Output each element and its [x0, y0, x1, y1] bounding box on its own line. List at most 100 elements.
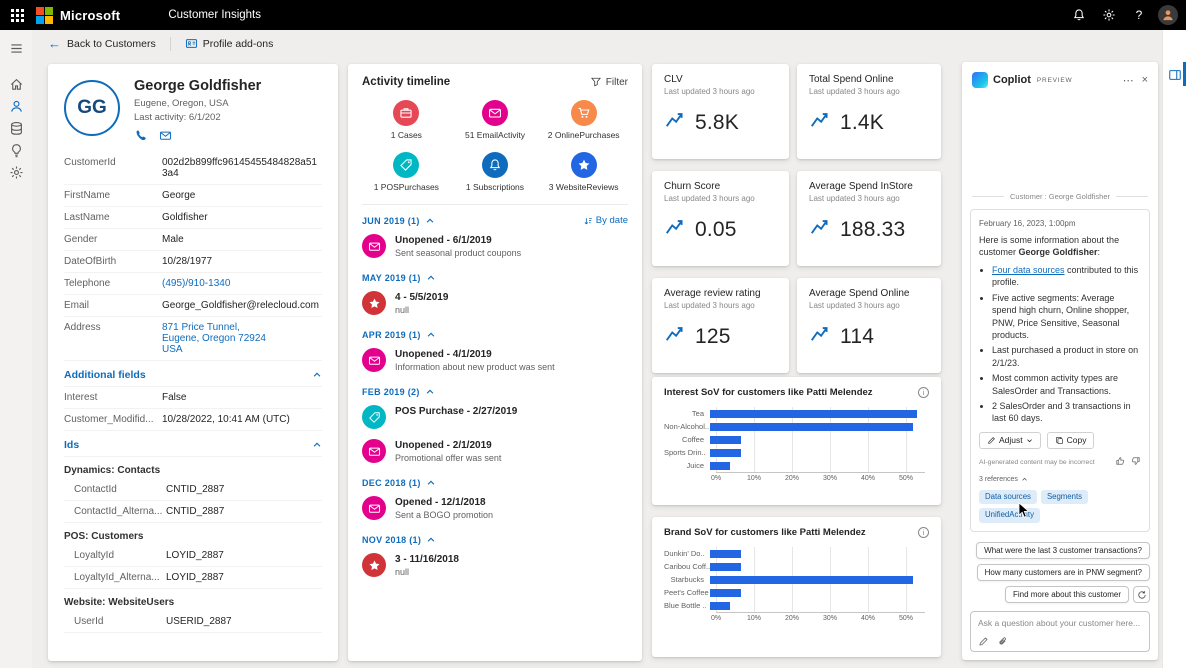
timeline-entry[interactable]: Unopened - 4/1/2019 Information about new…	[362, 344, 628, 378]
timeline-entry-subtitle: null	[395, 305, 410, 315]
suggested-prompt-chip[interactable]: What were the last 3 customer transactio…	[976, 542, 1150, 559]
settings-gear-icon[interactable]	[1094, 0, 1124, 30]
suggested-prompts: What were the last 3 customer transactio…	[970, 542, 1150, 603]
copilot-input-box[interactable]	[970, 611, 1150, 652]
thumbs-down-icon[interactable]	[1131, 456, 1141, 469]
chart-category-label: Coffee	[682, 435, 704, 444]
divider	[169, 36, 171, 51]
profile-field-row: Address 871 Price Tunnel, Eugene, Oregon …	[64, 317, 322, 361]
chart-plot-area: Tea Non-Alcohol.. Coffee Sports Drin.. Juice…	[664, 407, 929, 484]
more-options-icon[interactable]: ⋯	[1123, 74, 1134, 87]
sort-by-date-button[interactable]: By date	[583, 215, 628, 226]
timeline-entry-subtitle: Sent seasonal product coupons	[395, 248, 522, 258]
timeline-month-header[interactable]: JUN 2019 (1) By date	[362, 215, 628, 226]
field-label: Interest	[64, 392, 98, 403]
timeline-entry[interactable]: 4 - 5/5/2019 null	[362, 287, 628, 321]
activity-type-badge: 1 Subscriptions	[451, 152, 540, 192]
sort-label: By date	[595, 215, 628, 226]
info-icon[interactable]: i	[918, 527, 929, 538]
timeline-entry[interactable]: Unopened - 6/1/2019 Sent seasonal product…	[362, 230, 628, 264]
chart-bar-row: Non-Alcohol..	[664, 420, 929, 433]
timeline-entry[interactable]: Opened - 12/1/2018 Sent a BOGO promotion	[362, 492, 628, 526]
email-icon[interactable]	[159, 129, 172, 142]
field-value: George	[162, 190, 196, 201]
prompt-pen-icon[interactable]	[978, 636, 989, 647]
activity-type-badge: 51 EmailActivity	[451, 100, 540, 140]
section-heading-additional-fields[interactable]: Additional fields	[64, 361, 322, 387]
profile-field-row: ContactId CNTID_2887	[64, 479, 322, 501]
account-avatar[interactable]	[1158, 5, 1178, 25]
measure-card: CLV Last updated 3 hours ago 5.8K	[652, 64, 789, 159]
timeline-month-label: DEC 2018 (1)	[362, 478, 421, 488]
data-sources-link[interactable]: Four data sources	[992, 265, 1065, 275]
chart-bar	[710, 575, 914, 584]
customer-initials: GG	[77, 97, 107, 118]
sidebar-item-data[interactable]	[0, 117, 32, 139]
preview-badge: PREVIEW	[1036, 76, 1073, 84]
help-icon[interactable]: ?	[1124, 0, 1154, 30]
timeline-entry[interactable]: POS Purchase - 2/27/2019	[362, 401, 628, 435]
sidebar-item-home[interactable]	[0, 73, 32, 95]
references-toggle[interactable]: 3 references	[979, 475, 1141, 485]
star-icon	[362, 553, 386, 577]
info-icon[interactable]: i	[918, 387, 929, 398]
sidebar-item-customers[interactable]	[0, 95, 32, 117]
suggested-prompt-chip[interactable]: How many customers are in PNW segment?	[976, 564, 1150, 581]
chevron-up-icon	[426, 478, 436, 488]
copilot-question-input[interactable]	[978, 618, 1142, 628]
timeline-month-header[interactable]: DEC 2018 (1)	[362, 478, 628, 488]
chevron-up-icon	[1021, 476, 1028, 483]
adjust-button[interactable]: Adjust	[979, 431, 1041, 450]
close-icon[interactable]: ×	[1142, 74, 1148, 87]
axis-tick-label: 30%	[822, 615, 838, 622]
measure-updated: Last updated 3 hours ago	[809, 301, 900, 310]
refresh-suggestions-button[interactable]	[1133, 586, 1150, 603]
section-heading-ids[interactable]: Ids	[64, 431, 322, 457]
timeline-month-label: JUN 2019 (1)	[362, 215, 420, 226]
timeline-entry-subtitle: Sent a BOGO promotion	[395, 510, 494, 520]
activity-type-label: 1 POSPurchases	[373, 182, 439, 192]
left-nav-rail	[0, 30, 32, 668]
copilot-panel: Copliot PREVIEW ⋯ × Customer : George Go…	[962, 62, 1158, 660]
phone-icon[interactable]	[134, 129, 147, 142]
line-chart-icon	[809, 108, 831, 135]
filter-label: Filter	[605, 76, 628, 88]
reference-pill[interactable]: Segments	[1040, 489, 1089, 505]
sidebar-item-settings[interactable]	[0, 161, 32, 183]
thumbs-up-icon[interactable]	[1115, 456, 1125, 469]
star-icon	[362, 291, 386, 315]
suggested-prompt-chip[interactable]: Find more about this customer	[1004, 586, 1129, 603]
timeline-entry[interactable]: Unopened - 2/1/2019 Promotional offer was…	[362, 435, 628, 469]
sidebar-item-insights[interactable]	[0, 139, 32, 161]
chevron-up-icon	[425, 216, 435, 226]
hamburger-menu-icon[interactable]	[0, 37, 32, 59]
field-value: George_Goldfisher@relecloud.com	[162, 300, 319, 311]
timeline-entry[interactable]: 3 - 11/16/2018 null	[362, 549, 628, 583]
profile-addons-tab[interactable]: Profile add-ons	[185, 37, 273, 50]
activity-type-badge: 1 POSPurchases	[362, 152, 451, 192]
timeline-month-header[interactable]: APR 2019 (1)	[362, 330, 628, 340]
chevron-up-icon	[312, 440, 322, 450]
field-label: Email	[64, 300, 90, 311]
timeline-month-header[interactable]: MAY 2019 (1)	[362, 273, 628, 283]
attach-icon[interactable]	[997, 636, 1008, 647]
profile-field-row: DateOfBirth 10/28/1977	[64, 251, 322, 273]
notifications-icon[interactable]	[1064, 0, 1094, 30]
filter-button[interactable]: Filter	[590, 76, 628, 88]
app-launcher-icon[interactable]	[0, 0, 34, 30]
reference-pill[interactable]: UnifiedActivity	[979, 508, 1040, 523]
chart-category-label: Sports Drin..	[664, 448, 706, 457]
chart-bar	[710, 588, 742, 597]
reference-pill[interactable]: Data sources	[979, 489, 1037, 505]
copy-button[interactable]: Copy	[1046, 431, 1095, 450]
line-chart-icon	[664, 322, 686, 349]
measure-card: Average Spend Online Last updated 3 hours…	[797, 278, 941, 373]
timeline-month-header[interactable]: NOV 2018 (1)	[362, 535, 628, 545]
field-value-link[interactable]: 871 Price Tunnel, Eugene, Oregon 72924 U…	[162, 322, 266, 355]
field-value-link[interactable]: (495)/910-1340	[162, 278, 230, 289]
chart-bar	[710, 601, 730, 610]
copy-icon	[1055, 436, 1064, 445]
timeline-month-header[interactable]: FEB 2019 (2)	[362, 387, 628, 397]
message-timestamp: February 16, 2023, 1:00pm	[979, 219, 1076, 229]
back-to-customers-link[interactable]: ← Back to Customers	[48, 37, 156, 50]
